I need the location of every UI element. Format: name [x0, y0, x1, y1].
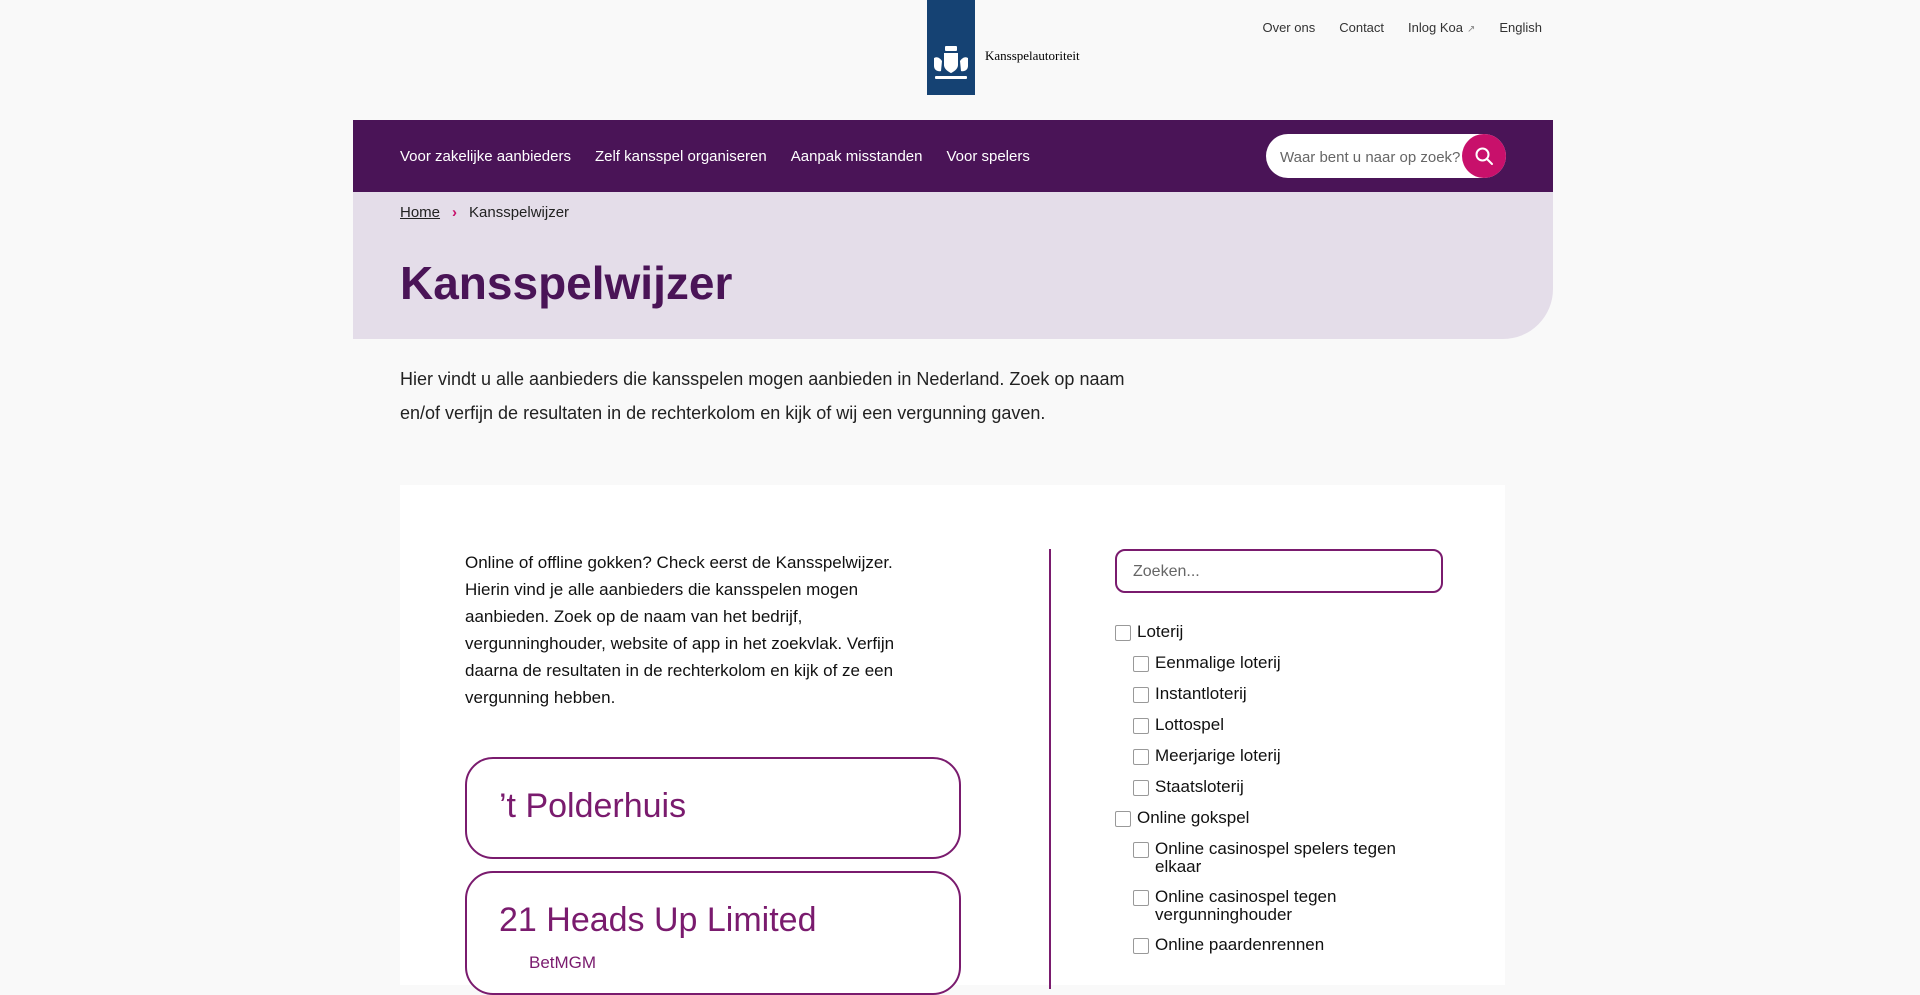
filter-label: Eenmalige loterij [1155, 653, 1281, 672]
site-search-input[interactable] [1278, 134, 1462, 180]
checkbox[interactable] [1115, 625, 1131, 641]
checkbox[interactable] [1133, 718, 1149, 734]
checkbox[interactable] [1115, 811, 1131, 827]
nav-item-voor-spelers[interactable]: Voor spelers [946, 148, 1029, 165]
filter-search [1115, 549, 1443, 593]
page-intro: Hier vindt u alle aanbieders die kansspe… [400, 369, 1125, 423]
filter-label: Online gokspel [1137, 808, 1250, 827]
top-link-english[interactable]: English [1499, 20, 1542, 35]
tool-description: Online of offline gokken? Check eerst de… [465, 553, 895, 707]
top-link-over-ons[interactable]: Over ons [1262, 20, 1315, 35]
top-links: Over ons Contact Inlog Koa ↗ English [1262, 20, 1542, 35]
site-search-button[interactable] [1462, 134, 1506, 178]
org-name[interactable]: Kansspelautoriteit [985, 48, 1080, 64]
filter-label: Loterij [1137, 622, 1184, 641]
nav-item-zakelijke-aanbieders[interactable]: Voor zakelijke aanbieders [400, 148, 571, 165]
filter-staatsloterij[interactable]: Staatsloterij [1115, 778, 1244, 796]
filter-instantloterij[interactable]: Instantloterij [1115, 685, 1247, 703]
checkbox[interactable] [1133, 890, 1149, 906]
result-card[interactable]: 21 Heads Up Limited BetMGM [465, 871, 961, 995]
checkbox[interactable] [1133, 842, 1149, 858]
result-name: 21 Heads Up Limited [499, 901, 817, 939]
page-title: Kansspelwijzer [400, 257, 733, 309]
filter-loterij[interactable]: Loterij [1115, 623, 1183, 641]
filter-eenmalige-loterij[interactable]: Eenmalige loterij [1115, 654, 1281, 672]
filter-online-paardenrennen[interactable]: Online paardenrennen [1115, 936, 1324, 954]
breadcrumb-current: Kansspelwijzer [469, 204, 570, 221]
filter-label: Online paardenrennen [1155, 935, 1325, 954]
checkbox[interactable] [1133, 749, 1149, 765]
main-navigation: Voor zakelijke aanbieders Zelf kansspel … [353, 120, 1553, 192]
top-link-contact[interactable]: Contact [1339, 20, 1384, 35]
search-icon [1475, 147, 1493, 165]
column-divider [1049, 549, 1051, 989]
filter-label: Staatsloterij [1155, 777, 1244, 796]
filter-search-input[interactable] [1131, 551, 1425, 593]
filter-online-casinospel-vergunninghouder[interactable]: Online casinospel tegen vergunninghouder [1115, 888, 1433, 924]
kansspelwijzer-tool: Online of offline gokken? Check eerst de… [400, 485, 1505, 995]
checkbox[interactable] [1133, 780, 1149, 796]
external-link-icon: ↗ [1466, 24, 1476, 35]
top-link-inlog-koa-label: Inlog Koa [1408, 20, 1463, 35]
site-search [1266, 134, 1506, 180]
checkbox[interactable] [1133, 687, 1149, 703]
filter-online-gokspel[interactable]: Online gokspel [1115, 809, 1249, 827]
breadcrumb: Home › Kansspelwijzer [400, 204, 569, 221]
coat-of-arms-icon [934, 46, 968, 79]
page-header: Home › Kansspelwijzer Kansspelwijzer [353, 192, 1553, 339]
nav-item-zelf-kansspel[interactable]: Zelf kansspel organiseren [595, 148, 767, 165]
checkbox[interactable] [1133, 656, 1149, 672]
filter-online-casinospel-spelers[interactable]: Online casinospel spelers tegen elkaar [1115, 840, 1433, 876]
filter-label: Online casinospel tegen vergunninghouder [1155, 887, 1337, 924]
result-name: ’t Polderhuis [499, 787, 687, 825]
filter-label: Online casinospel spelers tegen elkaar [1155, 839, 1396, 876]
filter-label: Lottospel [1155, 715, 1224, 734]
filter-lottospel[interactable]: Lottospel [1115, 716, 1224, 734]
filter-label: Meerjarige loterij [1155, 746, 1281, 765]
chevron-right-icon: › [452, 204, 458, 221]
result-brand: BetMGM [529, 953, 597, 972]
filter-label: Instantloterij [1155, 684, 1247, 703]
result-card[interactable]: ’t Polderhuis [465, 757, 961, 859]
top-link-inlog-koa[interactable]: Inlog Koa ↗ [1408, 20, 1475, 35]
filter-meerjarige-loterij[interactable]: Meerjarige loterij [1115, 747, 1281, 765]
breadcrumb-home[interactable]: Home [400, 204, 440, 221]
nav-item-aanpak-misstanden[interactable]: Aanpak misstanden [791, 148, 923, 165]
checkbox[interactable] [1133, 938, 1149, 954]
